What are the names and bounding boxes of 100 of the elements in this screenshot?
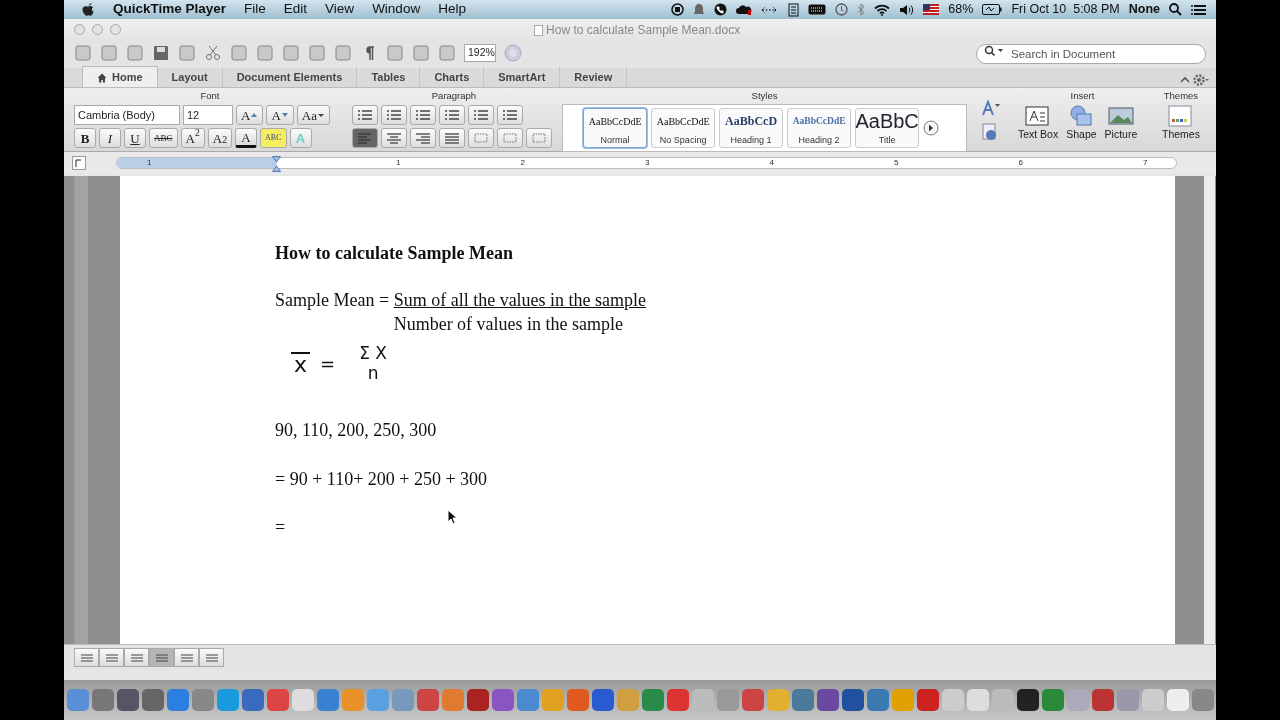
multilevel-list-button[interactable] [409, 105, 436, 125]
decrease-indent-button[interactable] [438, 105, 465, 125]
align-button[interactable] [351, 128, 378, 148]
view-button[interactable] [199, 648, 224, 667]
arrows-icon[interactable] [761, 4, 778, 15]
equation-label: Sample Mean = [275, 289, 391, 313]
more-styles-icon[interactable] [923, 120, 940, 136]
align-center-icon [385, 132, 402, 144]
style-preset[interactable]: AaBbCcD Heading 1 [719, 108, 784, 148]
phone-icon[interactable] [714, 3, 728, 16]
view-button[interactable] [149, 648, 174, 667]
sort-button[interactable] [525, 128, 552, 148]
window-control[interactable] [74, 24, 85, 35]
ribbon-tab[interactable]: SmartArt [484, 66, 561, 87]
ribbon-tab[interactable]: Charts [420, 66, 485, 87]
bell-icon[interactable] [693, 3, 706, 16]
search-icon[interactable] [984, 45, 1004, 57]
menu-item[interactable]: Edit [283, 0, 308, 20]
cloud-icon[interactable] [736, 3, 753, 16]
wifi-icon[interactable] [874, 3, 891, 16]
line-spacing-button[interactable] [467, 128, 494, 148]
app-menu[interactable]: QuickTime Player [113, 0, 227, 20]
color-button[interactable]: ABC [260, 128, 287, 148]
ribbon-tab[interactable]: Home [82, 65, 158, 87]
app-icon[interactable] [841, 689, 864, 711]
borders-button[interactable] [496, 128, 523, 148]
view-button[interactable] [99, 648, 124, 667]
search-field[interactable]: Search in Document [976, 44, 1206, 64]
window-control[interactable] [110, 24, 121, 35]
ruler-number: 1 [117, 158, 277, 168]
search-icon[interactable] [1169, 3, 1182, 16]
ribbon-tab[interactable]: Document Elements [222, 66, 358, 87]
window-control[interactable] [92, 24, 103, 35]
ribbon-tab[interactable]: Tables [357, 66, 421, 87]
font-size-field[interactable]: 12 [183, 105, 233, 125]
picture-icon [1106, 105, 1135, 127]
themes-button[interactable]: Themes [1155, 105, 1206, 143]
app-icon[interactable] [1016, 689, 1039, 711]
color-button[interactable]: A [235, 128, 258, 148]
insert-button[interactable]: Picture [1101, 105, 1141, 143]
phone-grid-icon[interactable] [786, 2, 800, 17]
cut-icon[interactable] [204, 44, 222, 62]
view-button[interactable] [74, 648, 99, 667]
style-preset[interactable]: AaBbCcDdE Normal [583, 108, 648, 148]
font-size-button[interactable]: Aa [296, 105, 330, 125]
record-icon[interactable] [671, 3, 685, 16]
indent-marker-icon[interactable] [272, 156, 281, 172]
format-button[interactable]: ABC [149, 128, 178, 148]
font-field[interactable]: Cambria (Body) [74, 105, 180, 125]
font-size-button[interactable]: A [266, 105, 294, 125]
menu-clock[interactable]: Fri Oct 10 5:08 PM [1011, 0, 1120, 19]
flag-icon[interactable] [923, 4, 940, 15]
tab-stop-icon[interactable] [72, 156, 86, 170]
app-icon[interactable] [116, 689, 139, 711]
group-title: Paragraph [430, 90, 478, 102]
menu-item[interactable]: Help [438, 0, 466, 20]
align-button[interactable] [409, 128, 436, 148]
save-icon[interactable] [152, 44, 170, 62]
keyboard-icon[interactable] [808, 4, 827, 15]
scrollbar[interactable] [1204, 176, 1215, 644]
view-button[interactable] [124, 648, 149, 667]
ribbon-tab[interactable]: Layout [157, 66, 223, 87]
format-button[interactable]: B [74, 128, 96, 148]
menu-item[interactable]: View [325, 0, 355, 20]
app-icon[interactable] [466, 689, 489, 711]
clock-icon[interactable] [835, 3, 849, 16]
format-button[interactable]: I [99, 128, 121, 148]
volume-icon[interactable] [899, 3, 915, 16]
bluetooth-icon[interactable] [857, 3, 866, 16]
ribbon-tab[interactable]: Review [560, 66, 628, 87]
apple-icon[interactable] [82, 2, 95, 17]
battery-icon[interactable] [982, 4, 1003, 15]
font-style-icon[interactable] [980, 98, 1001, 117]
bullets-button[interactable] [351, 105, 378, 125]
battery-percent: 68% [948, 1, 974, 19]
format-button[interactable]: U [124, 128, 146, 148]
list-icon[interactable] [1191, 3, 1206, 16]
font-size-button[interactable]: A [236, 105, 264, 125]
align-button[interactable] [438, 128, 465, 148]
format-button[interactable]: A$^{2}$ [180, 128, 205, 148]
app-icon[interactable] [816, 689, 839, 711]
group-title: Themes [1162, 90, 1200, 102]
insert-button[interactable]: Text Box [1014, 105, 1062, 143]
align-button[interactable] [380, 128, 407, 148]
menu-item[interactable]: File [244, 0, 266, 20]
bullets-icon [356, 109, 373, 121]
insert-button[interactable]: Shape [1063, 105, 1100, 143]
align-justify-icon [443, 132, 460, 144]
columns-button[interactable] [496, 105, 523, 125]
equals-sign: = [320, 352, 336, 376]
zoom-field[interactable]: 192% [464, 44, 496, 62]
numbering-button[interactable] [380, 105, 407, 125]
style-preset[interactable]: AaBbCcDdE No Spacing [651, 108, 716, 148]
menu-item[interactable]: Window [372, 0, 421, 20]
style-preset[interactable]: AaBbCcDdE Heading 2 [787, 108, 852, 148]
style-preset[interactable]: AaBbC Title [855, 108, 920, 148]
user-name[interactable]: None [1128, 0, 1160, 19]
settings-icon[interactable] [1192, 73, 1210, 87]
increase-indent-button[interactable] [467, 105, 494, 125]
view-button[interactable] [174, 648, 199, 667]
